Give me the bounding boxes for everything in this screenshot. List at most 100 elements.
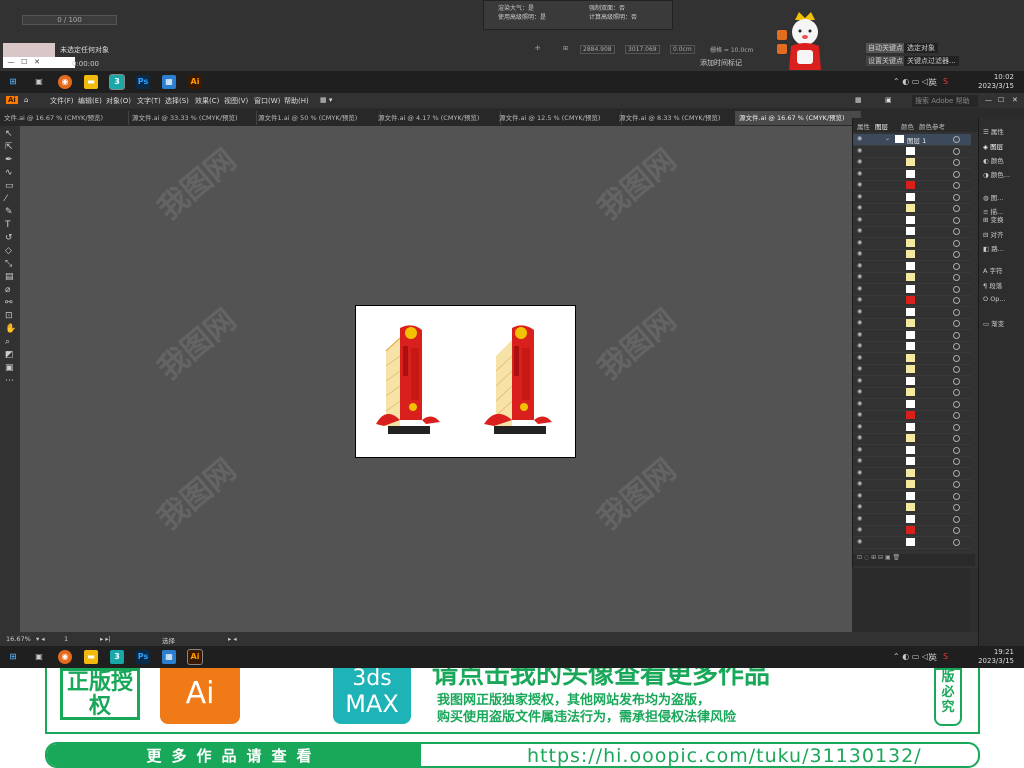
auto-key-button[interactable]: 自动关键点 [866, 43, 905, 53]
panel-arrange-icon[interactable]: ▦ [855, 96, 862, 104]
layer-row[interactable]: ◉ [853, 295, 971, 307]
dock-pathfinder[interactable]: ◧ 路... [983, 243, 1004, 253]
menu-view[interactable]: 视图(V) [224, 96, 248, 106]
menu-effect[interactable]: 效果(C) [195, 96, 219, 106]
layer-row[interactable]: ◉ [853, 192, 971, 204]
target-circle-icon[interactable] [953, 435, 960, 442]
layer-row[interactable]: ◉ [853, 399, 971, 411]
target-circle-icon[interactable] [953, 504, 960, 511]
photos-icon-2[interactable]: ▦ [162, 650, 176, 664]
target-circle-icon[interactable] [953, 469, 960, 477]
layer-row[interactable]: ◉ [853, 203, 971, 215]
doc-tab-4[interactable]: 源文件.ai @ 4.17 % (CMYK/预览) [374, 111, 501, 125]
layer-row[interactable]: ◉ [853, 456, 971, 468]
3dsmax-icon-2[interactable]: 3 [110, 650, 124, 664]
zoom-dropdown-icon[interactable]: ▾ ◂ [36, 635, 45, 643]
target-circle-icon[interactable] [953, 538, 960, 546]
doc-tab-active[interactable]: 源文件.ai @ 16.67 % (CMYK/预览) [735, 111, 861, 125]
menu-select[interactable]: 选择(S) [165, 96, 189, 106]
visibility-eye-icon[interactable]: ◉ [857, 181, 862, 188]
mini-window-controls[interactable]: — ☐ ✕ [3, 57, 75, 68]
dock-gradient[interactable]: ▭ 渐变 [983, 318, 1004, 328]
clock-bottom[interactable]: 19:21 2023/3/15 [978, 648, 1014, 666]
zoom-level[interactable]: 16.67% [6, 635, 31, 643]
folder-icon-2[interactable]: ▬ [84, 650, 98, 664]
close-icon[interactable]: ✕ [1012, 96, 1018, 104]
layer-row[interactable]: ◉ [853, 537, 971, 549]
ime-icon[interactable]: S [943, 77, 948, 86]
ime-icon-2[interactable]: S [943, 652, 948, 661]
author-url-link[interactable]: https://hi.ooopic.com/tuku/31130132/ [527, 744, 922, 766]
target-circle-icon[interactable] [953, 147, 960, 155]
target-circle-icon[interactable] [953, 136, 960, 143]
dock-appearance[interactable]: ◍ 图... [983, 192, 1003, 202]
target-circle-icon[interactable] [953, 389, 960, 396]
target-circle-icon[interactable] [953, 170, 960, 178]
layer-row[interactable]: ◉ [853, 238, 971, 250]
target-circle-icon[interactable] [953, 274, 960, 281]
layer-row[interactable]: ◉ [853, 525, 971, 537]
visibility-eye-icon[interactable]: ◉ [857, 147, 862, 154]
doc-tab-6[interactable]: 源文件.ai @ 8.33 % (CMYK/预览) [615, 111, 742, 125]
visibility-eye-icon[interactable]: ◉ [857, 469, 862, 476]
visibility-eye-icon[interactable]: ◉ [857, 273, 862, 280]
task-view-icon-2[interactable]: ▣ [32, 650, 46, 664]
visibility-eye-icon[interactable]: ◉ [857, 308, 862, 315]
doc-tab-1[interactable]: 文件.ai @ 16.67 % (CMYK/预览) [0, 111, 129, 125]
windows-start-icon[interactable]: ⊞ [6, 75, 20, 89]
layer-row[interactable]: ◉ [853, 318, 971, 330]
add-time-marker[interactable]: 添加时间标记 [700, 58, 742, 68]
target-circle-icon[interactable] [953, 182, 960, 189]
browser-icon-2[interactable]: ◉ [58, 650, 72, 664]
banner-link-bar[interactable]: 更多作品请查看 https://hi.ooopic.com/tuku/31130… [45, 742, 980, 768]
layer-row[interactable]: ◉ [853, 157, 971, 169]
visibility-eye-icon[interactable]: ◉ [857, 480, 862, 487]
target-circle-icon[interactable] [953, 193, 960, 201]
status-arrows-icon[interactable]: ▸ ◂ [228, 635, 237, 643]
menu-help[interactable]: 帮助(H) [284, 96, 309, 106]
target-circle-icon[interactable] [953, 159, 960, 166]
layer-row[interactable]: ◉ [853, 364, 971, 376]
target-circle-icon[interactable] [953, 527, 960, 534]
layer-row[interactable]: ◉ [853, 491, 971, 503]
task-view-icon[interactable]: ▣ [32, 75, 46, 89]
layer-row[interactable]: ◉ [853, 422, 971, 434]
layer-row[interactable]: ◉ [853, 376, 971, 388]
visibility-eye-icon[interactable]: ◉ [857, 411, 862, 418]
dock-layers[interactable]: ◈ 图层 [983, 141, 1003, 151]
visibility-eye-icon[interactable]: ◉ [857, 250, 862, 257]
target-circle-icon[interactable] [953, 320, 960, 327]
target-circle-icon[interactable] [953, 251, 960, 258]
visibility-eye-icon[interactable]: ◉ [857, 342, 862, 349]
dock-properties[interactable]: ☰ 属性 [983, 126, 1004, 136]
visibility-eye-icon[interactable]: ◉ [857, 170, 862, 177]
visibility-eye-icon[interactable]: ◉ [857, 423, 862, 430]
key-filter-button[interactable]: 关键点过滤器... [904, 56, 959, 66]
visibility-eye-icon[interactable]: ◉ [857, 296, 862, 303]
target-circle-icon[interactable] [953, 412, 960, 419]
tab-layers[interactable]: 图层 [875, 121, 888, 131]
visibility-eye-icon[interactable]: ◉ [857, 503, 862, 510]
target-circle-icon[interactable] [953, 446, 960, 454]
target-circle-icon[interactable] [953, 423, 960, 431]
menu-object[interactable]: 对象(O) [106, 96, 131, 106]
target-circle-icon[interactable] [953, 366, 960, 373]
set-key-button[interactable]: 设置关键点 [866, 56, 905, 66]
target-circle-icon[interactable] [953, 458, 960, 465]
target-circle-icon[interactable] [953, 297, 960, 304]
layer-row[interactable]: ◉ [853, 341, 971, 353]
doc-tab-5[interactable]: 源文件.ai @ 12.5 % (CMYK/预览) [495, 111, 622, 125]
doc-tab-2[interactable]: 源文件.ai @ 33.33 % (CMYK/预览) [128, 111, 257, 125]
layers-footer-icons[interactable]: ⊡ ◌ ⊞ ⊟ ▣ 🗑 [853, 554, 975, 566]
target-circle-icon[interactable] [953, 481, 960, 488]
target-circle-icon[interactable] [953, 285, 960, 293]
tab-color[interactable]: 颜色 [901, 121, 914, 131]
layer-row[interactable]: ◉ [853, 468, 971, 480]
visibility-eye-icon[interactable]: ◉ [857, 365, 862, 372]
visibility-eye-icon[interactable]: ◉ [857, 227, 862, 234]
target-circle-icon[interactable] [953, 354, 960, 362]
target-circle-icon[interactable] [953, 343, 960, 350]
visibility-eye-icon[interactable]: ◉ [857, 262, 862, 269]
visibility-eye-icon[interactable]: ◉ [857, 457, 862, 464]
ai-app-icon[interactable]: Ai [6, 96, 18, 104]
